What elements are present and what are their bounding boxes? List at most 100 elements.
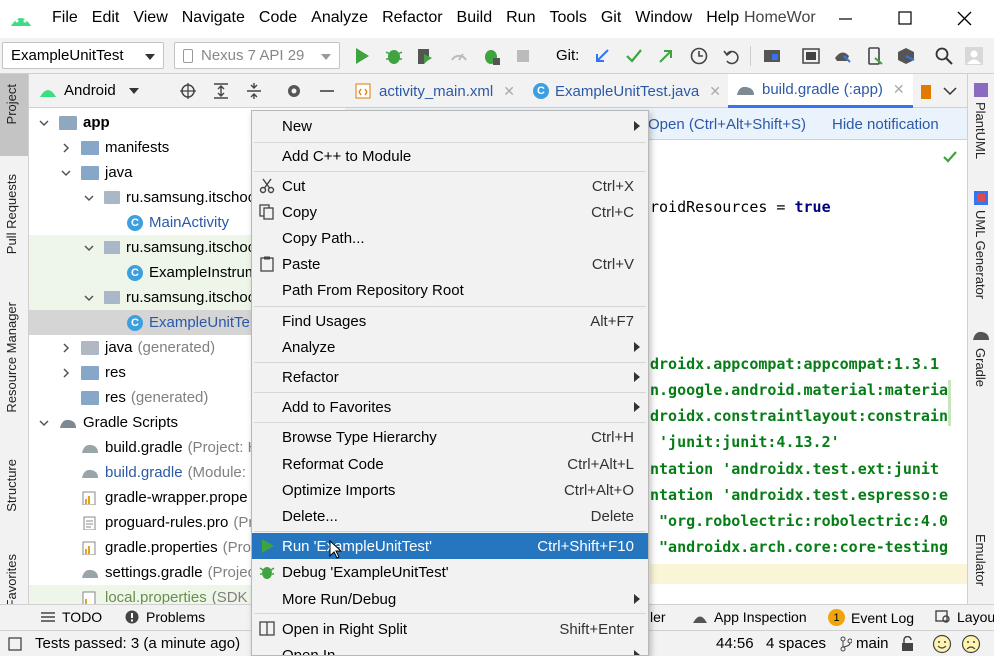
git-push-icon[interactable] (656, 46, 676, 66)
menu-item-refactor[interactable]: Refactor (252, 364, 648, 390)
menu-run[interactable]: Run (499, 9, 542, 27)
close-icon[interactable]: ✕ (893, 81, 905, 98)
run-with-coverage-icon[interactable] (415, 46, 435, 66)
menu-refactor[interactable]: Refactor (375, 9, 449, 27)
menu-item-analyze[interactable]: Analyze (252, 334, 648, 360)
open-project-structure-link[interactable]: Open (Ctrl+Alt+Shift+S) (648, 116, 806, 133)
cursor-position[interactable]: 44:56 (716, 635, 754, 652)
tab-emulator[interactable]: Emulator (973, 534, 988, 586)
tab-activity-main-xml[interactable]: activity_main.xml ✕ (347, 74, 523, 108)
tab-build-gradle-app[interactable]: build.gradle (:app) ✕ (728, 74, 913, 108)
close-icon[interactable]: ✕ (709, 83, 721, 100)
menu-item-new[interactable]: New (252, 113, 648, 139)
tab-project[interactable]: Project (4, 84, 19, 124)
menu-view[interactable]: View (126, 9, 174, 27)
minimize-button[interactable] (825, 6, 865, 32)
device-selector[interactable]: Nexus 7 API 29 (174, 42, 340, 69)
menu-git[interactable]: Git (594, 9, 628, 27)
menu-item-open-in[interactable]: Open In (252, 642, 648, 655)
tool-problems[interactable]: Problems (124, 609, 205, 625)
text-file-icon (83, 516, 96, 530)
menu-item-add-cpp[interactable]: Add C++ to Module (252, 143, 648, 169)
tool-todo[interactable]: TODO (40, 609, 102, 625)
attach-debugger-icon[interactable] (481, 46, 501, 66)
menu-item-paste[interactable]: Paste Ctrl+V (252, 251, 648, 277)
menu-item-run[interactable]: Run 'ExampleUnitTest' Ctrl+Shift+F10 (252, 533, 648, 559)
menu-analyze[interactable]: Analyze (304, 9, 375, 27)
expand-all-icon[interactable] (212, 82, 230, 100)
close-button[interactable] (944, 6, 984, 32)
tab-favorites[interactable]: Favorites (4, 554, 19, 607)
history-icon[interactable] (689, 46, 709, 66)
chevron-down-icon[interactable] (129, 88, 139, 94)
avd-manager-icon[interactable] (801, 46, 821, 66)
tab-resource-manager[interactable]: Resource Manager (4, 302, 19, 413)
menu-edit[interactable]: Edit (85, 9, 127, 27)
lock-icon[interactable] (900, 636, 916, 652)
menu-build[interactable]: Build (450, 9, 500, 27)
close-icon[interactable]: ✕ (503, 83, 515, 100)
rollback-icon[interactable] (721, 46, 741, 66)
profile-icon[interactable] (449, 46, 469, 66)
locate-icon[interactable] (179, 82, 197, 100)
menu-item-copy-path[interactable]: Copy Path... (252, 225, 648, 251)
run-icon[interactable] (352, 46, 372, 66)
tab-exampleunittest-java[interactable]: C ExampleUnitTest.java ✕ (525, 74, 729, 108)
tab-plantuml[interactable]: PlantUML (973, 102, 988, 159)
indent-setting[interactable]: 4 spaces (766, 635, 826, 652)
git-update-icon[interactable] (592, 46, 612, 66)
overflow-tab-icon[interactable] (919, 84, 933, 100)
menu-help[interactable]: Help (699, 9, 746, 27)
maximize-button[interactable] (885, 6, 925, 32)
sync-gradle-icon[interactable] (832, 46, 852, 66)
menu-item-debug[interactable]: Debug 'ExampleUnitTest' (252, 559, 648, 585)
tab-gradle[interactable]: Gradle (973, 348, 988, 387)
project-view-mode[interactable]: Android (64, 82, 116, 99)
tool-app-inspection[interactable]: App Inspection (692, 609, 807, 625)
device-manager-icon[interactable] (864, 46, 884, 66)
debug-icon[interactable] (384, 46, 404, 66)
git-commit-icon[interactable] (624, 46, 644, 66)
list-icon (41, 612, 55, 622)
search-icon[interactable] (934, 46, 954, 66)
menu-item-open-right-split[interactable]: Open in Right Split Shift+Enter (252, 616, 648, 642)
gear-icon[interactable] (285, 82, 303, 100)
menu-navigate[interactable]: Navigate (175, 9, 252, 27)
menu-item-delete[interactable]: Delete... Delete (252, 503, 648, 529)
menu-item-more-run-debug[interactable]: More Run/Debug (252, 586, 648, 612)
menu-item-path-from-repo[interactable]: Path From Repository Root (252, 277, 648, 303)
menu-item-optimize-imports[interactable]: Optimize Imports Ctrl+Alt+O (252, 477, 648, 503)
menu-item-find-usages[interactable]: Find Usages Alt+F7 (252, 308, 648, 334)
code-line: n.google.android.material:materia (650, 381, 949, 399)
code-line: ntation 'androidx.test.espresso:e (650, 486, 949, 504)
run-config-selector[interactable]: ExampleUnitTest (2, 42, 164, 69)
menu-file[interactable]: File (45, 9, 85, 27)
tool-profiler[interactable]: ler (650, 609, 666, 625)
project-structure-icon[interactable] (762, 46, 782, 66)
hide-panel-icon[interactable] (318, 82, 336, 100)
tab-pull-requests[interactable]: Pull Requests (4, 174, 19, 254)
chevron-down-icon[interactable] (943, 86, 957, 96)
stop-icon[interactable] (513, 46, 533, 66)
menu-code[interactable]: Code (252, 9, 304, 27)
tool-layout-inspector[interactable]: Layou (935, 609, 994, 625)
tab-uml-generator[interactable]: UML Generator (973, 210, 988, 299)
hide-notification-link[interactable]: Hide notification (832, 116, 939, 133)
menu-item-add-to-favorites[interactable]: Add to Favorites (252, 394, 648, 420)
menu-item-reformat-code[interactable]: Reformat Code Ctrl+Alt+L (252, 451, 648, 477)
happy-feedback-icon[interactable] (932, 634, 952, 654)
menu-item-cut[interactable]: Cut Ctrl+X (252, 173, 648, 199)
user-avatar-icon[interactable] (964, 46, 984, 66)
panel-toggle-icon[interactable] (8, 637, 22, 651)
menu-tools[interactable]: Tools (542, 9, 593, 27)
sdk-manager-icon[interactable] (896, 46, 916, 66)
tool-event-log[interactable]: 1 Event Log (828, 609, 914, 626)
git-branch[interactable]: main (856, 635, 889, 652)
status-message[interactable]: Tests passed: 3 (a minute ago) (35, 635, 240, 652)
menu-window[interactable]: Window (628, 9, 699, 27)
collapse-all-icon[interactable] (245, 82, 263, 100)
menu-item-browse-hierarchy[interactable]: Browse Type Hierarchy Ctrl+H (252, 424, 648, 450)
menu-item-copy[interactable]: Copy Ctrl+C (252, 199, 648, 225)
sad-feedback-icon[interactable] (961, 634, 981, 654)
tab-structure[interactable]: Structure (4, 459, 19, 512)
